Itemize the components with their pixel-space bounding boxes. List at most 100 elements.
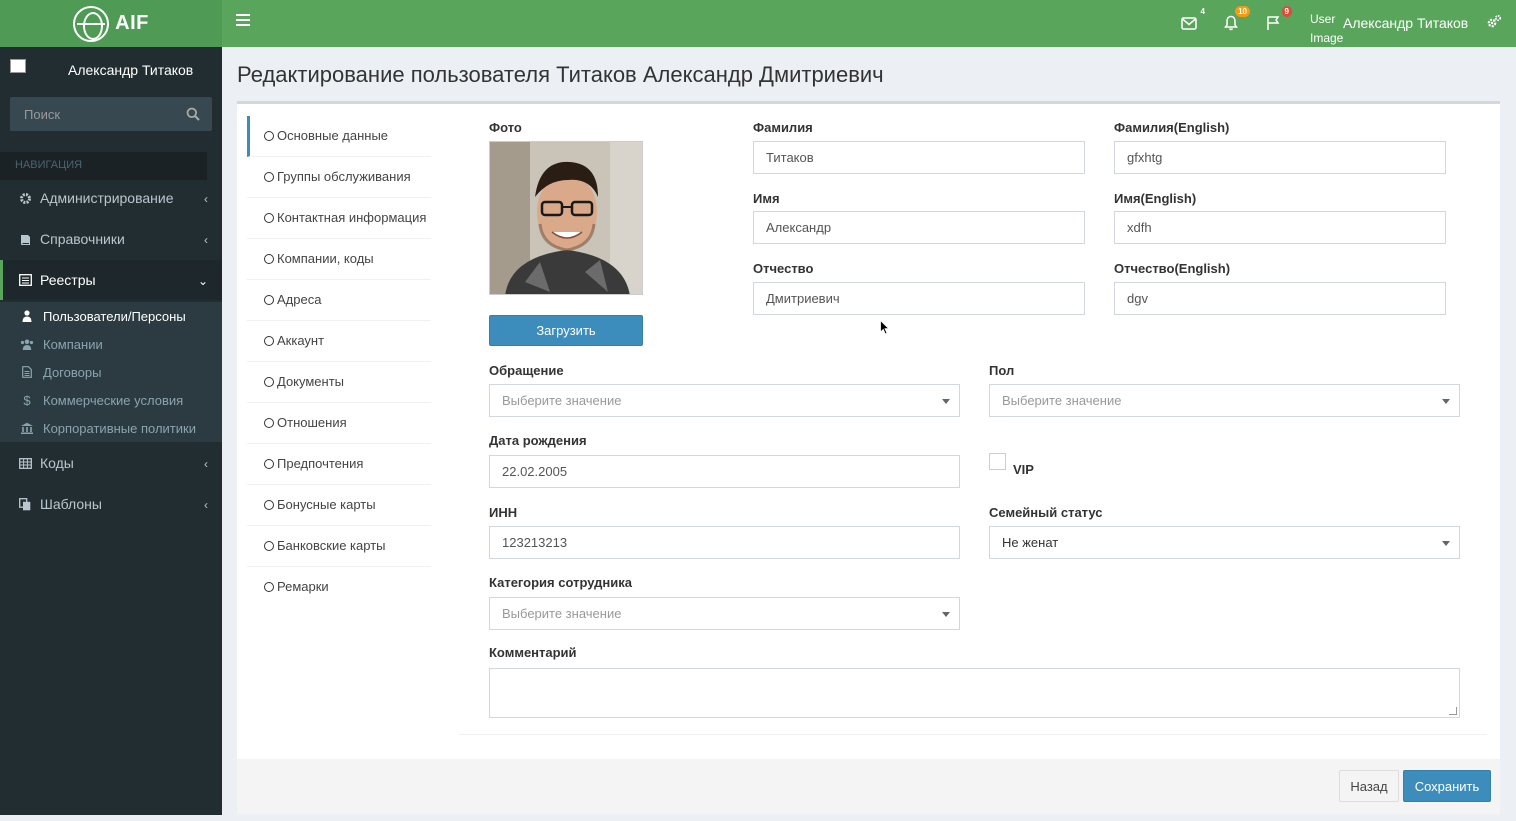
sidebar-item-registries[interactable]: Реестры ⌄ [0,260,222,300]
last-name-input[interactable]: Титаков [753,141,1085,174]
dollar-icon: $ [23,392,31,408]
middle-name-en-input[interactable]: dgv [1114,282,1446,315]
comment-textarea[interactable] [489,668,1460,718]
upload-photo-button[interactable]: Загрузить [489,315,643,346]
search-icon[interactable] [186,107,200,124]
first-name-label: Имя [753,191,780,206]
tab-preferences[interactable]: Предпочтения [247,444,431,485]
circle-icon [264,418,274,428]
save-button[interactable]: Сохранить [1403,770,1491,802]
user-tabs: Основные данные Группы обслуживания Конт… [247,116,431,607]
first-name-input[interactable]: Александр [753,211,1085,244]
sidebar-user-panel: Александр Титаков [0,47,222,91]
marital-status-label: Семейный статус [989,505,1103,520]
sidebar-item-codes[interactable]: Коды ‹ [0,443,222,483]
back-button[interactable]: Назад [1339,770,1399,802]
sidebar-item-label: Реестры [40,272,96,288]
app-logo[interactable]: AIF [0,0,222,47]
circle-icon [264,377,274,387]
first-name-en-input[interactable]: xdfh [1114,211,1446,244]
list-alt-icon [18,273,32,287]
messages-button[interactable]: 4 [1180,7,1205,32]
middle-name-en-label: Отчество(English) [1114,261,1231,276]
photo-label: Фото [489,120,522,135]
last-name-label: Фамилия [753,120,813,135]
user-image[interactable]: User Image [1310,10,1346,48]
sidebar-search-input[interactable] [10,97,180,131]
tasks-button[interactable]: 9 [1264,6,1292,32]
tab-main-data[interactable]: Основные данные [247,116,431,157]
sidebar-item-references[interactable]: Справочники ‹ [0,219,222,259]
sidebar-subitem-label: Компании [43,336,103,352]
marital-status-select[interactable]: Не женат [989,526,1460,559]
gender-label: Пол [989,363,1015,378]
control-sidebar-cogs-icon[interactable] [1486,14,1502,33]
sidebar: Александр Титаков НАВИГАЦИЯ Администриро… [0,47,222,815]
gender-select[interactable]: Выберите значение [989,384,1460,417]
tab-documents[interactable]: Документы [247,362,431,403]
tab-remarks[interactable]: Ремарки [247,567,431,607]
sidebar-item-templates[interactable]: Шаблоны ‹ [0,484,222,524]
sidebar-subitem-companies[interactable]: Компании [20,330,103,358]
sidebar-item-administration[interactable]: Администрирование ‹ [0,178,222,218]
circle-icon [264,295,274,305]
chevron-left-icon: ‹ [204,233,208,247]
sidebar-subitem-commercial-terms[interactable]: $ Коммерческие условия [20,386,183,414]
nav-header: НАВИГАЦИЯ [0,152,207,180]
vip-label: VIP [1013,462,1034,477]
sidebar-item-label: Коды [40,455,74,471]
inn-input[interactable]: 123213213 [489,526,960,559]
tab-account[interactable]: Аккаунт [247,321,431,362]
sidebar-toggle-icon[interactable] [236,14,250,26]
birth-date-input[interactable]: 22.02.2005 [489,455,960,488]
top-navbar: 4 10 9 User Image Александр Титаков [222,0,1516,47]
circle-icon [264,541,274,551]
tab-companies-codes[interactable]: Компании, коды [247,239,431,280]
tab-bank-cards[interactable]: Банковские карты [247,526,431,567]
tasks-badge: 9 [1281,6,1292,17]
notifications-button[interactable]: 10 [1222,6,1250,32]
file-icon [20,366,34,378]
user-icon [20,310,34,322]
sidebar-subitem-label: Договоры [43,364,102,380]
flag-icon [1267,16,1280,30]
sidebar-subitem-corporate-policies[interactable]: Корпоративные политики [20,414,196,442]
circle-icon [264,254,274,264]
last-name-en-label: Фамилия(English) [1114,120,1230,135]
tab-contact-info[interactable]: Контактная информация [247,198,431,239]
form-divider [459,734,1487,735]
chevron-left-icon: ‹ [204,498,208,512]
last-name-en-input[interactable]: gfxhtg [1114,141,1446,174]
salutation-select[interactable]: Выберите значение [489,384,960,417]
employee-category-label: Категория сотрудника [489,575,632,590]
circle-icon [264,131,274,141]
header-user-name[interactable]: Александр Титаков [1343,15,1468,31]
middle-name-input[interactable]: Дмитриевич [753,282,1085,315]
sidebar-subitem-contracts[interactable]: Договоры [20,358,101,386]
chevron-left-icon: ‹ [204,192,208,206]
envelope-icon [1181,16,1197,30]
gear-icon [18,191,32,205]
first-name-en-label: Имя(English) [1114,191,1197,206]
user-photo [489,141,643,295]
messages-badge: 4 [1200,7,1205,16]
sidebar-user-name: Александр Титаков [68,62,194,78]
circle-icon [264,459,274,469]
circle-icon [264,582,274,592]
box-footer: Назад Сохранить [237,759,1500,814]
sidebar-subitem-label: Коммерческие условия [43,392,184,408]
chevron-down-icon: ⌄ [197,274,208,288]
salutation-label: Обращение [489,363,564,378]
users-icon [20,339,34,350]
sidebar-subitem-label: Корпоративные политики [43,420,196,436]
sidebar-item-label: Справочники [40,231,125,247]
vip-checkbox[interactable] [989,453,1006,470]
tab-service-groups[interactable]: Группы обслуживания [247,157,431,198]
tab-bonus-cards[interactable]: Бонусные карты [247,485,431,526]
sidebar-subitem-users[interactable]: Пользователи/Персоны [20,302,186,330]
birth-date-label: Дата рождения [489,433,587,448]
employee-category-select[interactable]: Выберите значение [489,597,960,630]
chevron-left-icon: ‹ [204,457,208,471]
tab-addresses[interactable]: Адреса [247,280,431,321]
tab-relations[interactable]: Отношения [247,403,431,444]
